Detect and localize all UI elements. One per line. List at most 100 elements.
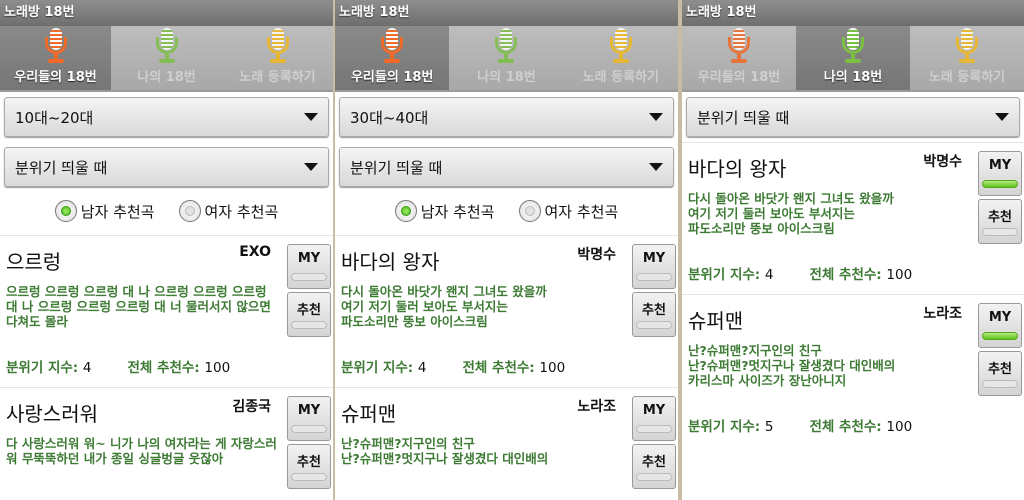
screen-2: 노래방 18번 우리들의 18번 나의 18번 노래 등록하기 30대~40대 분위기 띄… <box>335 0 678 500</box>
mic-cup <box>155 37 178 54</box>
mood-label: 분위기 지수: <box>688 419 761 435</box>
recommend-button[interactable]: 추천 <box>978 199 1022 244</box>
tab-label: 노래 등록하기 <box>239 70 316 85</box>
radio-label: 남자 추천곡 <box>420 202 495 221</box>
song-title: 바다의 왕자 <box>688 157 787 181</box>
lyrics-line: 다시 돌아온 바닷가 왠지 그녀도 왔을까 <box>341 284 547 299</box>
radio-female[interactable]: 여자 추천곡 <box>178 200 278 222</box>
radio-male[interactable]: 남자 추천곡 <box>54 200 155 222</box>
green-microphone-icon <box>153 28 181 64</box>
mic-base <box>612 59 629 63</box>
tab-register-song[interactable]: 노래 등록하기 <box>910 26 1024 90</box>
song-lyrics: 다시 돌아온 바닷가 왠지 그녀도 왔을까 여기 저기 둘러 보아도 부서지는 파도… <box>688 191 963 236</box>
recommend-button[interactable]: 추천 <box>287 444 331 489</box>
song-artist: 노라조 <box>923 306 962 322</box>
lyrics-line: 으르렁 으르렁 으르렁 대 나 으르렁 으르렁 으르렁 대 나 으르렁 으르렁 … <box>6 284 271 329</box>
tab-my-18[interactable]: 나의 18번 <box>796 26 910 90</box>
song-artist: 박명수 <box>923 154 962 170</box>
recommend-button-label: 추천 <box>297 455 321 470</box>
tab-register-song[interactable]: 노래 등록하기 <box>564 26 678 90</box>
lyrics-line: 여기 저기 둘러 보아도 부서지는 <box>688 206 855 221</box>
green-microphone-icon <box>492 28 520 64</box>
lyrics-line: 난?슈퍼맨?멋지구나 잘생겼다 대인배의 <box>688 358 896 373</box>
my-button[interactable]: MY <box>287 396 331 441</box>
radio-indicator <box>60 206 71 216</box>
song-title: 슈퍼맨 <box>341 402 397 426</box>
my-button[interactable]: MY <box>287 244 331 289</box>
radio-male[interactable]: 남자 추천곡 <box>394 200 495 222</box>
mood-dropdown[interactable]: 분위기 띄울 때 <box>686 97 1020 137</box>
total-label: 전체 추천수: <box>127 360 200 376</box>
dropdown-value: 분위기 띄울 때 <box>15 158 108 177</box>
tab-bar: 우리들의 18번 나의 18번 노래 등록하기 <box>335 26 678 92</box>
dropdown-value: 10대~20대 <box>15 108 94 127</box>
mood-value: 5 <box>764 419 774 435</box>
tab-our-18[interactable]: 우리들의 18번 <box>0 26 111 90</box>
recommend-toggle-indicator <box>636 321 672 329</box>
mood-value: 4 <box>764 267 774 283</box>
recommend-button-label: 추천 <box>988 210 1012 225</box>
lyrics-line: 다 사랑스러워 워~ 니가 나의 여자라는 게 자랑스러워 무뚝뚝하던 내가 종… <box>6 436 277 466</box>
radio-female[interactable]: 여자 추천곡 <box>518 200 618 222</box>
recommend-button[interactable]: 추천 <box>632 444 676 489</box>
total-recommend: 전체 추천수: 100 <box>810 267 913 283</box>
my-button[interactable]: MY <box>978 151 1022 196</box>
song-lyrics: 으르렁 으르렁 으르렁 대 나 으르렁 으르렁 으르렁 대 나 으르렁 으르렁 … <box>6 284 281 329</box>
dropdown-arrow-icon <box>304 163 318 171</box>
mood-dropdown[interactable]: 분위기 띄울 때 <box>339 147 674 187</box>
total-recommend: 전체 추천수: 100 <box>810 419 913 435</box>
mood-dropdown[interactable]: 분위기 띄울 때 <box>4 147 329 187</box>
mic-cup <box>609 37 632 54</box>
tab-my-18[interactable]: 나의 18번 <box>449 26 563 90</box>
my-button[interactable]: MY <box>632 244 676 289</box>
recommend-button-label: 추천 <box>642 303 666 318</box>
song-list-item[interactable]: 사랑스러워 김종국 다 사랑스러워 워~ 니가 나의 여자라는 게 자랑스러워 무뚝… <box>0 387 333 490</box>
song-stats: 분위기 지수: 4 전체 추천수: 100 <box>341 356 565 376</box>
tab-our-18[interactable]: 우리들의 18번 <box>335 26 450 90</box>
tab-bar: 우리들의 18번 나의 18번 노래 등록하기 <box>682 26 1024 92</box>
dropdown-arrow-icon <box>304 113 318 121</box>
song-title: 으르렁 <box>6 250 62 274</box>
recommend-toggle-indicator <box>291 321 327 329</box>
tab-label: 우리들의 18번 <box>350 70 434 85</box>
gender-radio-group: 남자 추천곡 여자 추천곡 <box>335 187 678 235</box>
dropdown-value: 분위기 띄울 때 <box>350 158 443 177</box>
mic-base <box>47 59 64 63</box>
radio-button-icon <box>394 200 417 222</box>
recommend-button[interactable]: 추천 <box>632 292 676 337</box>
tab-label: 나의 18번 <box>823 70 883 85</box>
radio-label: 남자 추천곡 <box>80 202 155 221</box>
tab-register-song[interactable]: 노래 등록하기 <box>222 26 333 90</box>
tab-my-18[interactable]: 나의 18번 <box>111 26 222 90</box>
green-microphone-icon <box>839 28 867 64</box>
my-button[interactable]: MY <box>632 396 676 441</box>
lyrics-line: 여기 저기 둘러 보아도 부서지는 <box>341 299 508 314</box>
yellow-microphone-icon <box>264 28 292 64</box>
mic-base <box>269 59 286 63</box>
tab-label: 우리들의 18번 <box>14 70 97 85</box>
song-list-item[interactable]: 슈퍼맨 노라조 난?슈퍼맨?지구인의 친구 난?슈퍼맨?멋지구나 잘생겼다 대인배의 M… <box>335 387 678 490</box>
lyrics-line: 파도소리만 뚱보 아이스크림 <box>688 221 835 236</box>
recommend-button[interactable]: 추천 <box>287 292 331 337</box>
song-lyrics: 난?슈퍼맨?지구인의 친구 난?슈퍼맨?멋지구나 잘생겼다 대인배의 카리스마 사이… <box>688 343 963 388</box>
dropdown-arrow-icon <box>995 113 1009 121</box>
total-value: 100 <box>886 419 913 435</box>
song-list-item[interactable]: 바다의 왕자 박명수다시 돌아온 바닷가 왠지 그녀도 왔을까 여기 저기 둘러 보… <box>682 142 1024 294</box>
age-dropdown[interactable]: 30대~40대 <box>339 97 674 137</box>
my-toggle-indicator <box>982 332 1018 340</box>
song-list-item[interactable]: 바다의 왕자 박명수 다시 돌아온 바닷가 왠지 그녀도 왔을까 여기 저기 둘러 보… <box>335 235 678 387</box>
dropdown-value: 분위기 띄울 때 <box>697 108 790 127</box>
dropdown-arrow-icon <box>649 163 663 171</box>
song-list-item[interactable]: 슈퍼맨 노라조 난?슈퍼맨?지구인의 친구 난?슈퍼맨?멋지구나 잘생겼다 대인배의 카… <box>682 294 1024 446</box>
my-button[interactable]: MY <box>978 303 1022 348</box>
radio-button-icon <box>54 200 77 222</box>
age-dropdown[interactable]: 10대~20대 <box>4 97 329 137</box>
total-label: 전체 추천수: <box>809 419 882 435</box>
lyrics-line: 다시 돌아온 바닷가 왠지 그녀도 왔을까 <box>688 191 894 206</box>
mic-cup <box>842 37 864 54</box>
song-list-item[interactable]: 으르렁 EXO 으르렁 으르렁 으르렁 대 나 으르렁 으르렁 으르렁 대 나 으르… <box>0 235 333 387</box>
total-label: 전체 추천수: <box>809 267 882 283</box>
recommend-button[interactable]: 추천 <box>978 351 1022 396</box>
tab-our-18[interactable]: 우리들의 18번 <box>682 26 796 90</box>
song-stats: 분위기 지수: 4 전체 추천수: 100 <box>6 356 230 376</box>
